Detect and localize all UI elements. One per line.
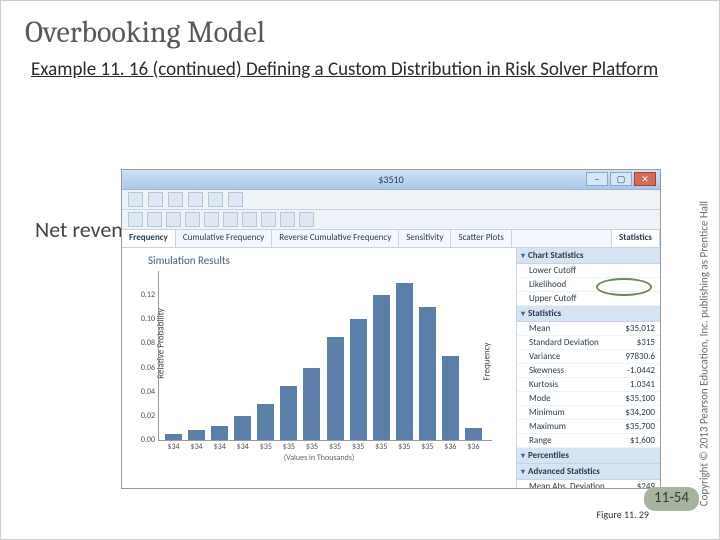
histogram-bar [419, 307, 436, 440]
tab-frequency[interactable]: Frequency [122, 230, 176, 247]
stat-row: Lower Cutoff [517, 264, 660, 278]
toolbar-icon[interactable] [242, 212, 257, 227]
y-tick: 0.02 [131, 411, 155, 421]
toolbar-primary [122, 190, 660, 210]
x-tick: $35 [352, 442, 364, 452]
histogram-bar [165, 434, 182, 440]
minimize-button[interactable]: – [586, 172, 608, 186]
tab-reverse-cumulative[interactable]: Reverse Cumulative Frequency [272, 230, 399, 247]
section-percentiles[interactable]: Percentiles [517, 448, 660, 464]
histogram-bar [188, 430, 205, 440]
y-tick: 0.08 [131, 338, 155, 348]
y-tick: 0.12 [131, 290, 155, 300]
window-title: $3510 [378, 173, 403, 186]
close-button[interactable]: ✕ [634, 172, 656, 186]
highlight-oval-mean [596, 278, 652, 296]
x-tick: $36 [467, 442, 479, 452]
x-tick: $35 [398, 442, 410, 452]
histogram-bar [465, 428, 482, 440]
toolbar-secondary [122, 210, 660, 230]
y-axis-right-label: Frequency [481, 342, 492, 380]
toolbar-icon[interactable] [168, 192, 183, 207]
histogram-bar [442, 356, 459, 441]
toolbar-icon[interactable] [128, 192, 143, 207]
y-tick: 0.06 [131, 363, 155, 373]
toolbar-icon[interactable] [128, 212, 143, 227]
chart-title: Simulation Results [148, 254, 512, 267]
tab-cumulative[interactable]: Cumulative Frequency [176, 230, 272, 247]
stat-row-mean: Mean$35,012 [517, 322, 660, 336]
section-statistics[interactable]: Statistics [517, 306, 660, 322]
x-tick: $35 [260, 442, 272, 452]
slide-title: Overbooking Model [1, 1, 719, 54]
stat-row: Standard Deviation$315 [517, 336, 660, 350]
histogram-bar [280, 386, 297, 440]
stat-row: Mean Abs. Deviation$249 [517, 480, 660, 488]
stat-row: Skewness-1.0442 [517, 364, 660, 378]
toolbar-icon[interactable] [261, 212, 276, 227]
y-tick: 0.10 [131, 314, 155, 324]
toolbar-icon[interactable] [208, 192, 223, 207]
page-number-badge: 11-54 [644, 487, 699, 511]
toolbar-icon[interactable] [223, 212, 238, 227]
histogram-bar [396, 283, 413, 440]
chart-pane: Simulation Results Relative Probability … [122, 248, 516, 488]
toolbar-icon[interactable] [147, 212, 162, 227]
stat-row: Minimum$34,200 [517, 406, 660, 420]
tab-statistics[interactable]: Statistics [611, 230, 660, 247]
tab-scatter[interactable]: Scatter Plots [451, 230, 511, 247]
figure-caption: Figure 11. 29 [597, 508, 650, 521]
toolbar-icon[interactable] [185, 212, 200, 227]
x-tick: $35 [329, 442, 341, 452]
toolbar-icon[interactable] [228, 192, 243, 207]
window-titlebar: $3510 – ▢ ✕ [122, 170, 660, 190]
histogram-bar [350, 319, 367, 440]
simulation-window: $3510 – ▢ ✕ Frequency Cumulative Frequen… [121, 169, 661, 489]
stat-row: Kurtosis1.0341 [517, 378, 660, 392]
y-tick: 0.04 [131, 387, 155, 397]
x-tick: $34 [191, 442, 203, 452]
x-tick: $34 [237, 442, 249, 452]
y-tick: 0.00 [131, 435, 155, 445]
toolbar-icon[interactable] [188, 192, 203, 207]
copyright-notice: Copyright © 2013 Pearson Education, Inc.… [697, 201, 710, 506]
toolbar-icon[interactable] [148, 192, 163, 207]
x-tick: $35 [283, 442, 295, 452]
tab-sensitivity[interactable]: Sensitivity [399, 230, 451, 247]
stat-row: Range$1,600 [517, 434, 660, 448]
x-tick: $35 [375, 442, 387, 452]
toolbar-icon[interactable] [204, 212, 219, 227]
histogram-bar [327, 337, 344, 440]
x-tick: $35 [421, 442, 433, 452]
x-tick: $36 [444, 442, 456, 452]
maximize-button[interactable]: ▢ [610, 172, 632, 186]
x-axis-label: (Values in Thousands) [126, 453, 512, 463]
toolbar-icon[interactable] [166, 212, 181, 227]
x-tick: $34 [167, 442, 179, 452]
stat-row: Variance97830.6 [517, 350, 660, 364]
histogram-bar [257, 404, 274, 440]
toolbar-icon[interactable] [280, 212, 295, 227]
toolbar-icon[interactable] [299, 212, 314, 227]
histogram-bar [373, 295, 390, 440]
stat-row: Maximum$35,700 [517, 420, 660, 434]
x-tick: $34 [214, 442, 226, 452]
histogram-bar [303, 368, 320, 440]
section-chart-statistics[interactable]: Chart Statistics [517, 248, 660, 264]
section-advanced[interactable]: Advanced Statistics [517, 464, 660, 480]
x-tick: $35 [306, 442, 318, 452]
histogram-bar [234, 416, 251, 440]
tab-strip: Frequency Cumulative Frequency Reverse C… [122, 230, 660, 248]
histogram-bar [211, 426, 228, 440]
stat-row: Mode$35,100 [517, 392, 660, 406]
example-subtitle: Example 11. 16 (continued) Defining a Cu… [1, 54, 719, 81]
histogram-plot: Frequency $34$34$34$34$35$35$35$35$35$35… [158, 271, 492, 441]
